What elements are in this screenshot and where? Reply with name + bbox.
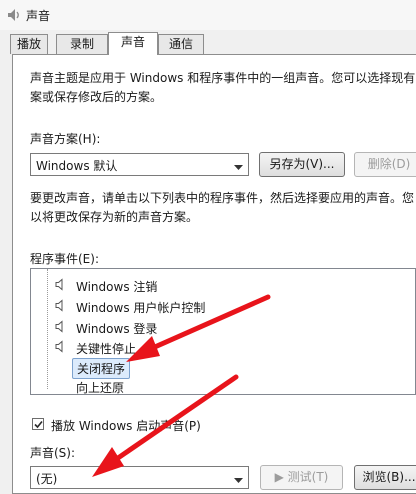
list-item[interactable]: Windows 登录: [31, 317, 411, 337]
speaker-icon: [55, 340, 67, 356]
window-title: 声音: [26, 9, 51, 23]
tab-playback[interactable]: 播放: [10, 34, 48, 54]
scheme-value: Windows 默认: [36, 159, 118, 173]
sounds-label: 声音(S):: [30, 446, 76, 460]
program-events-list[interactable]: Windows 注销 Windows 用户帐户控制 Windows 登录 关键性…: [30, 268, 416, 395]
tab-sounds[interactable]: 声音: [108, 32, 158, 55]
startup-sound-label[interactable]: 播放 Windows 启动声音(P): [51, 417, 201, 434]
list-item-label: 向上还原: [76, 381, 125, 395]
delete-button[interactable]: 删除(D): [354, 152, 416, 177]
startup-sound-checkbox[interactable]: [32, 418, 44, 430]
events-label: 程序事件(E):: [30, 252, 99, 266]
list-item-label: Windows 登录: [76, 322, 158, 336]
list-item-label: 关键性停止: [76, 342, 137, 356]
browse-button[interactable]: 浏览(B)...: [354, 465, 416, 490]
sound-value: (无): [36, 472, 58, 486]
tab-recording[interactable]: 录制: [56, 34, 108, 54]
list-item[interactable]: Windows 注销: [31, 275, 411, 295]
scheme-dropdown[interactable]: Windows 默认: [30, 153, 249, 176]
tab-communications[interactable]: 通信: [158, 34, 204, 54]
list-item[interactable]: 向上还原: [31, 376, 411, 395]
test-button-label: 测试(T): [287, 470, 329, 484]
list-item-selected[interactable]: 关闭程序: [31, 357, 411, 379]
chevron-down-icon: [234, 473, 243, 487]
speaker-icon: [55, 278, 67, 294]
test-button[interactable]: ▶ 测试(T): [260, 465, 343, 490]
instructions-line-1: 要更改声音，请单击以下列表中的程序事件，然后选择要应用的声音。您: [30, 191, 415, 205]
list-item-label: Windows 注销: [76, 280, 158, 294]
speaker-icon: [7, 8, 21, 25]
list-item[interactable]: 关键性停止: [31, 337, 411, 357]
save-as-button[interactable]: 另存为(V)...: [259, 152, 345, 177]
instructions-line-2: 以将更改保存为新的声音方案。: [30, 210, 199, 224]
intro-text-line-1: 声音主题是应用于 Windows 和程序事件中的一组声音。您可以选择现有: [30, 71, 416, 85]
speaker-icon: [55, 299, 67, 315]
speaker-icon: [55, 320, 67, 336]
chevron-down-icon: [234, 160, 243, 174]
sound-dropdown[interactable]: (无): [30, 466, 249, 489]
title-bar: 声音: [0, 0, 416, 30]
play-icon: ▶: [274, 470, 288, 484]
intro-text-line-2: 案或保存修改后的方案。: [30, 90, 163, 104]
checkmark-icon: [34, 420, 43, 429]
list-item[interactable]: Windows 用户帐户控制: [31, 296, 411, 316]
scheme-label: 声音方案(H):: [30, 132, 101, 146]
list-item-label: Windows 用户帐户控制: [76, 301, 206, 315]
